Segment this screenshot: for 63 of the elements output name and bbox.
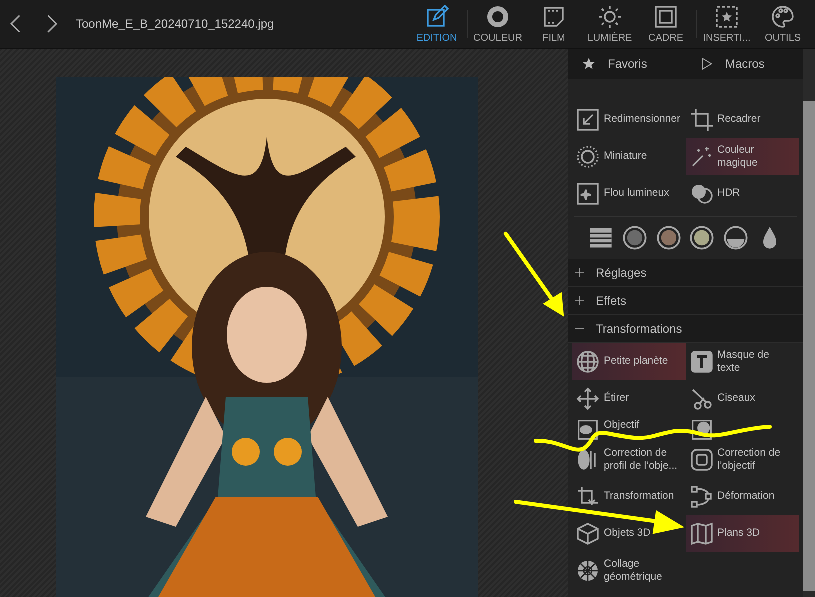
lens-icon (576, 419, 600, 441)
tool-button[interactable]: Miniature (572, 138, 686, 175)
text-icon (690, 350, 714, 374)
toolbar-tab[interactable]: OUTILS (755, 0, 811, 48)
toolbar-tab[interactable]: CADRE (638, 0, 694, 48)
frame-icon (654, 4, 678, 28)
toolbar-tab[interactable]: LUMIÈRE (582, 0, 638, 48)
lens-grid-icon (690, 448, 714, 472)
toolbar-tab[interactable]: INSERTI... (699, 0, 755, 48)
filter-preset-icon[interactable] (656, 225, 682, 251)
tool-button[interactable]: Objets 3D (572, 515, 686, 552)
section-header[interactable]: Transformations (568, 315, 803, 343)
tool-button[interactable]: Correction de profil de l’obje... (572, 441, 686, 478)
crop-icon (690, 108, 714, 132)
panel-tab[interactable]: Macros (686, 49, 803, 79)
section-header[interactable]: Réglages (568, 259, 803, 287)
expand-icon (574, 266, 586, 278)
edit-icon (425, 4, 449, 28)
tool-button[interactable]: Transformation (572, 478, 686, 515)
tool-button[interactable]: Masque de texte (686, 343, 799, 380)
toolbar-tab[interactable]: EDITION (409, 0, 465, 48)
cube-icon (576, 522, 600, 546)
tool-button[interactable]: Collage géométrique (572, 552, 686, 589)
mandala-icon (576, 558, 600, 582)
tool-button[interactable]: Redimensionner (572, 101, 686, 138)
filter-preset-icon[interactable] (622, 225, 648, 251)
tool-button[interactable]: Plans 3D (686, 515, 799, 552)
tool-button[interactable]: Correction de l’objectif (686, 441, 799, 478)
globe-icon (576, 350, 600, 374)
star-icon (582, 57, 596, 71)
filter-preset-icon[interactable] (689, 225, 716, 251)
tool-button[interactable]: Flou lumineux (572, 175, 686, 212)
sun-icon (598, 4, 622, 28)
lens-icon (690, 419, 714, 441)
dotted-circle-icon (576, 144, 600, 168)
sparkle-icon (576, 182, 600, 206)
scrollbar-thumb[interactable] (803, 101, 815, 591)
ring-icon (486, 4, 510, 28)
section-header[interactable]: Effets (568, 287, 803, 315)
tool-button[interactable]: Couleur magique (686, 138, 799, 175)
panel-tab[interactable]: Favoris (568, 49, 686, 79)
toolbar-tab[interactable]: FILM (526, 0, 582, 48)
palette-icon (771, 4, 795, 28)
bezier-icon (690, 484, 714, 508)
expand-icon (574, 294, 586, 306)
magic-wand-icon (690, 144, 714, 168)
tool-button[interactable]: Petite planète (572, 343, 686, 380)
toolbar-tab[interactable]: COULEUR (470, 0, 526, 48)
half-circle-icon[interactable] (723, 225, 750, 251)
tool-button[interactable]: HDR (686, 175, 799, 212)
scissors-icon (690, 386, 714, 410)
file-name: ToonMe_E_B_20240710_152240.jpg (76, 17, 276, 31)
tool-button[interactable]: Ciseaux (686, 380, 799, 417)
move-arrows-icon (576, 386, 600, 410)
film-icon (542, 4, 566, 28)
star-frame-icon (715, 4, 739, 28)
tool-button[interactable]: Étirer (572, 380, 686, 417)
play-icon (700, 57, 714, 71)
map-icon (690, 522, 714, 546)
tool-button[interactable]: Recadrer (686, 101, 799, 138)
tool-button[interactable]: Objectif (572, 417, 686, 441)
tool-button[interactable]: Déformation (686, 478, 799, 515)
resize-icon (576, 108, 600, 132)
